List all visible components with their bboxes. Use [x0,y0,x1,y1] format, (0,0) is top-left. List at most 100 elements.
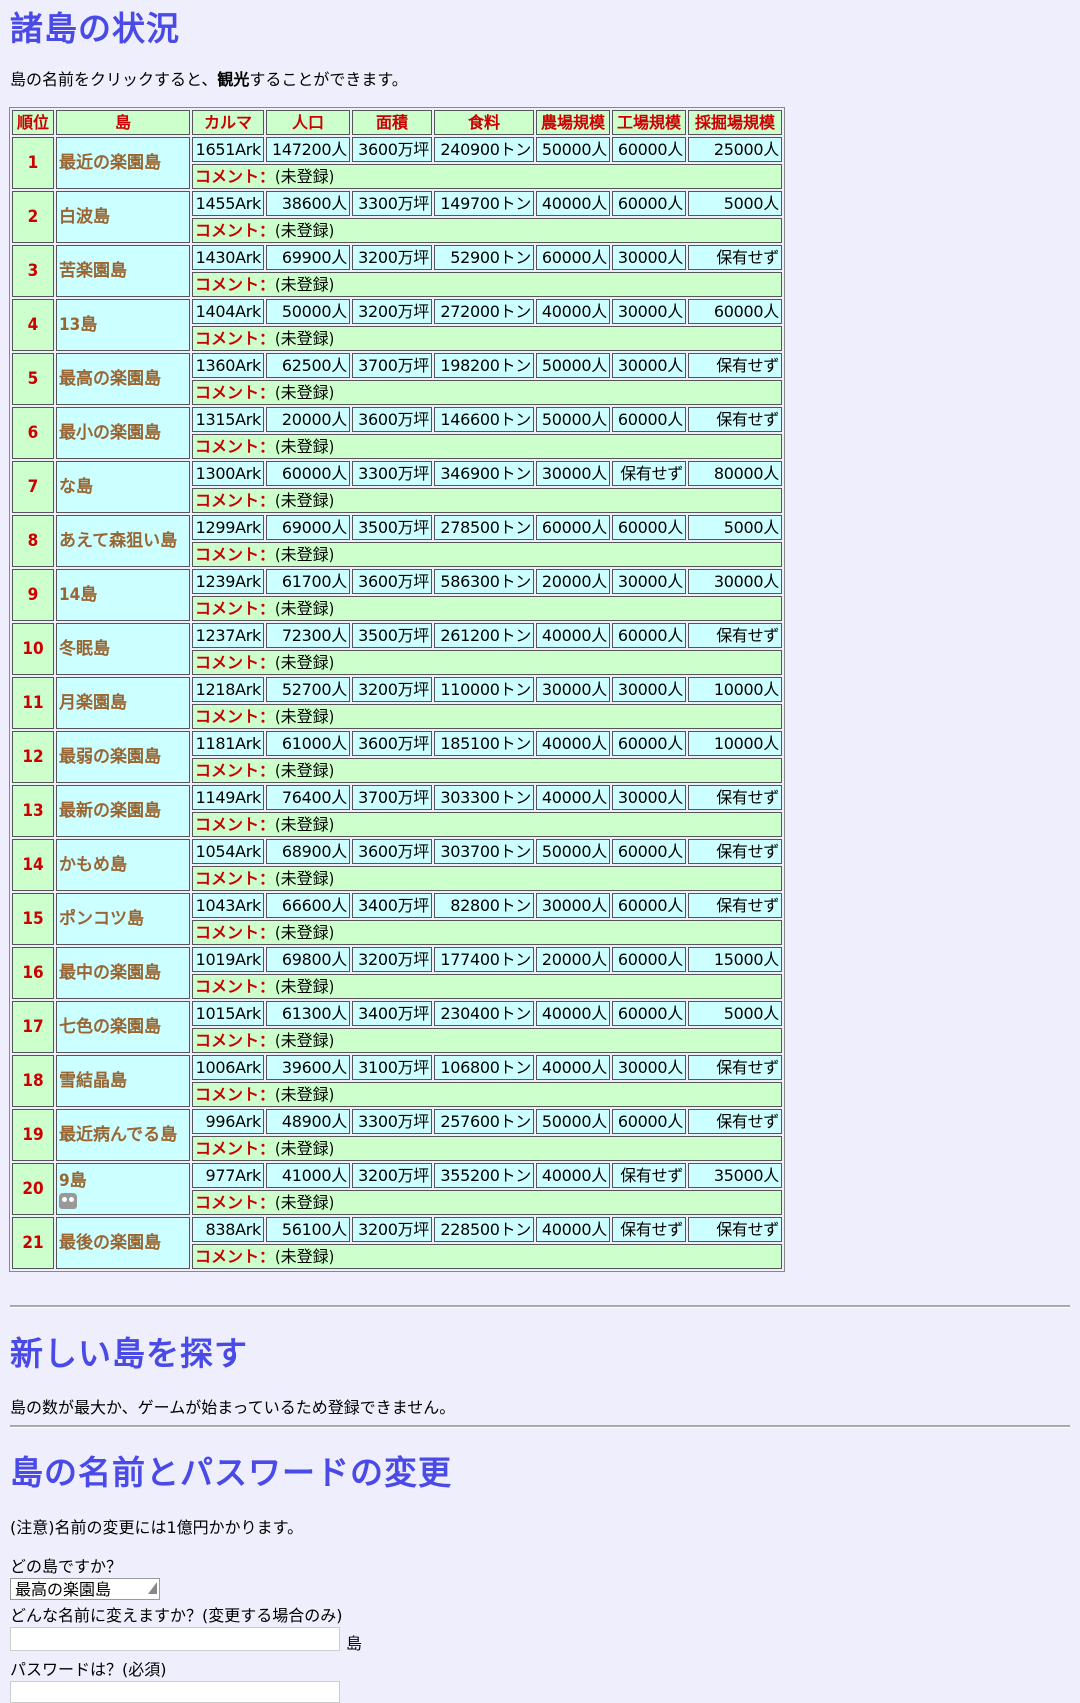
food-cell: 346900トン [434,461,534,486]
karma-cell: 1455Ark [192,191,264,216]
island-name-link[interactable]: 13島 [59,315,97,335]
password-input[interactable] [10,1681,340,1703]
comment-text: (未登録) [275,382,335,402]
comment-cell: コメント：(未登録) [192,1028,782,1053]
farm-cell: 40000人 [536,623,610,648]
comment-text: (未登録) [275,598,335,618]
karma-cell: 1149Ark [192,785,264,810]
divider [10,1425,1070,1428]
comment-label: コメント： [195,760,276,780]
rank-cell: 21 [12,1217,54,1269]
island-name-cell: 最近の楽園島 [56,137,190,189]
island-name-link[interactable]: 9島 [59,1171,87,1191]
area-cell: 3200万坪 [352,677,432,702]
island-name-link[interactable]: 月楽園島 [59,693,127,713]
island-name-link[interactable]: あえて森狙い島 [59,531,177,551]
island-name-link[interactable]: ポンコツ島 [59,909,144,929]
island-name-link[interactable]: 最近病んでる島 [59,1125,177,1145]
table-row: 1 最近の楽園島 1651Ark 147200人 3600万坪 240900トン 50000… [12,137,782,189]
island-name-link[interactable]: 最近の楽園島 [59,153,161,173]
farm-cell: 40000人 [536,731,610,756]
comment-text: (未登録) [275,274,335,294]
comment-label: コメント： [195,1030,276,1050]
area-cell: 3700万坪 [352,353,432,378]
mine-cell: 保有せず [688,1055,782,1080]
status-title: 諸島の状況 [10,9,180,48]
header-food: 食料 [434,110,534,135]
island-name-link[interactable]: かもめ島 [59,855,127,875]
comment-text: (未登録) [275,436,335,456]
farm-cell: 50000人 [536,137,610,162]
table-row: 20 9島 977Ark 41000人 3200万坪 355200トン 40000人 保有せず… [12,1163,782,1215]
food-cell: 240900トン [434,137,534,162]
island-name-link[interactable]: 最小の楽園島 [59,423,161,443]
karma-cell: 1015Ark [192,1001,264,1026]
karma-cell: 996Ark [192,1109,264,1134]
factory-cell: 30000人 [612,1055,686,1080]
factory-cell: 60000人 [612,1109,686,1134]
food-cell: 177400トン [434,947,534,972]
island-name-cell: 最高の楽園島 [56,353,190,405]
island-name-link[interactable]: 雪結晶島 [59,1071,127,1091]
population-cell: 69000人 [266,515,350,540]
comment-cell: コメント：(未登録) [192,596,782,621]
header-mine: 採掘場規模 [688,110,782,135]
table-row: 13 最新の楽園島 1149Ark 76400人 3700万坪 303300トン 40000… [12,785,782,837]
factory-cell: 60000人 [612,839,686,864]
table-row: 8 あえて森狙い島 1299Ark 69000人 3500万坪 278500トン 60000… [12,515,782,567]
comment-cell: コメント：(未登録) [192,1136,782,1161]
rank-cell: 4 [12,299,54,351]
robot-icon [59,1192,77,1209]
farm-cell: 50000人 [536,407,610,432]
area-cell: 3600万坪 [352,407,432,432]
comment-cell: コメント：(未登録) [192,164,782,189]
comment-text: (未登録) [275,922,335,942]
island-name-cell: 最弱の楽園島 [56,731,190,783]
new-island-message: 島の数が最大か、ゲームが始まっているため登録できません。 [10,1398,456,1417]
new-island-title: 新しい島を探す [10,1334,248,1373]
island-name-link[interactable]: 14島 [59,585,97,605]
island-name-link[interactable]: 白波島 [59,207,110,227]
farm-cell: 20000人 [536,569,610,594]
area-cell: 3500万坪 [352,515,432,540]
population-cell: 39600人 [266,1055,350,1080]
island-name-link[interactable]: 最高の楽園島 [59,369,161,389]
food-cell: 303300トン [434,785,534,810]
mine-cell: 80000人 [688,461,782,486]
password-label: パスワードは？(必須) [10,1660,167,1679]
farm-cell: 40000人 [536,1055,610,1080]
intro-text: 島の名前をクリックすると、観光することができます。 [10,66,408,90]
island-name-cell: 雪結晶島 [56,1055,190,1107]
comment-label: コメント： [195,652,276,672]
farm-cell: 30000人 [536,893,610,918]
population-cell: 20000人 [266,407,350,432]
island-name-link[interactable]: 最弱の楽園島 [59,747,161,767]
island-name-link[interactable]: 苦楽園島 [59,261,127,281]
island-name-link[interactable]: 七色の楽園島 [59,1017,161,1037]
island-name-cell: あえて森狙い島 [56,515,190,567]
island-name-link[interactable]: 最後の楽園島 [59,1233,161,1253]
rank-cell: 8 [12,515,54,567]
comment-text: (未登録) [275,706,335,726]
new-name-input[interactable] [10,1627,340,1651]
island-name-link[interactable]: 最中の楽園島 [59,963,161,983]
farm-cell: 50000人 [536,1109,610,1134]
island-name-link[interactable]: 冬眠島 [59,639,110,659]
mine-cell: 保有せず [688,623,782,648]
comment-text: (未登録) [275,1138,335,1158]
mine-cell: 保有せず [688,245,782,270]
rank-cell: 5 [12,353,54,405]
comment-cell: コメント：(未登録) [192,812,782,837]
header-farm: 農場規模 [536,110,610,135]
island-select[interactable]: 最高の楽園島 [10,1578,160,1600]
intro-bold: 観光 [217,70,250,89]
island-name-link[interactable]: 最新の楽園島 [59,801,161,821]
table-row: 14 かもめ島 1054Ark 68900人 3600万坪 303700トン 50000人 6… [12,839,782,891]
island-name-link[interactable]: な島 [59,477,93,497]
rank-cell: 9 [12,569,54,621]
comment-cell: コメント：(未登録) [192,434,782,459]
area-cell: 3400万坪 [352,1001,432,1026]
island-name-cell: 14島 [56,569,190,621]
intro-suffix: することができます。 [249,70,408,89]
comment-cell: コメント：(未登録) [192,650,782,675]
